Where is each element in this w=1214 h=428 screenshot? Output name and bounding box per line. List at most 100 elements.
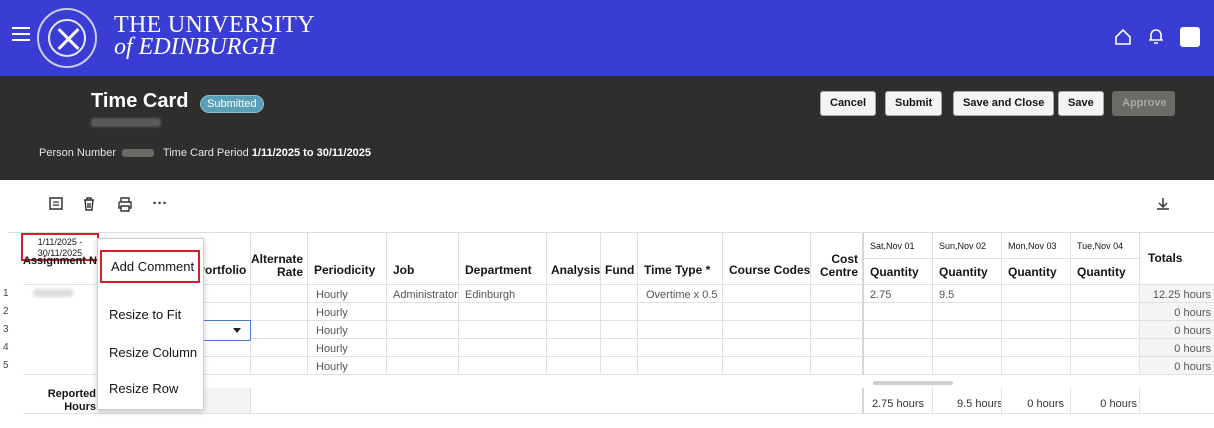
cell-q2[interactable] xyxy=(933,339,1002,357)
cell-q1[interactable]: 2.75 xyxy=(864,285,933,303)
grid-cell[interactable] xyxy=(1071,285,1140,303)
grid-cell[interactable] xyxy=(1002,357,1071,375)
grid-cell[interactable] xyxy=(811,303,864,321)
cell-q2[interactable]: 9.5 xyxy=(933,285,1002,303)
cell-periodicity[interactable]: Hourly xyxy=(308,357,387,375)
col-totals[interactable]: Totals xyxy=(1140,233,1214,285)
cell-department[interactable] xyxy=(459,339,547,357)
cell-job[interactable] xyxy=(387,339,459,357)
cell-q2[interactable] xyxy=(933,321,1002,339)
grid-cell[interactable] xyxy=(547,321,601,339)
grid-cell[interactable] xyxy=(1002,303,1071,321)
col-department[interactable]: Department xyxy=(459,233,547,285)
quantity-header-1[interactable]: Quantity xyxy=(864,259,933,285)
grid-cell[interactable] xyxy=(547,357,601,375)
grid-cell[interactable] xyxy=(811,285,864,303)
home-icon[interactable] xyxy=(1114,28,1132,46)
grid-cell[interactable] xyxy=(251,303,308,321)
quantity-header-4[interactable]: Quantity xyxy=(1071,259,1140,285)
grid-cell[interactable] xyxy=(723,321,811,339)
menu-item-resize-column[interactable]: Resize Column xyxy=(98,345,203,360)
cell-time-type[interactable] xyxy=(638,357,723,375)
portfolio-dropdown[interactable] xyxy=(196,320,251,341)
cell-q1[interactable] xyxy=(864,339,933,357)
save-and-close-button[interactable]: Save and Close xyxy=(953,91,1055,116)
grid-cell[interactable] xyxy=(547,339,601,357)
col-job[interactable]: Job xyxy=(387,233,459,285)
grid-cell[interactable] xyxy=(547,285,601,303)
cell-time-type[interactable] xyxy=(638,303,723,321)
assignment-column-cells[interactable] xyxy=(23,285,98,375)
col-course-codes[interactable]: Course Codes xyxy=(723,233,811,285)
cell-job[interactable] xyxy=(387,321,459,339)
cell-q2[interactable] xyxy=(933,303,1002,321)
more-icon[interactable]: ··· xyxy=(150,196,170,212)
grid-cell[interactable] xyxy=(601,303,638,321)
user-avatar[interactable] xyxy=(1180,27,1200,47)
grid-cell[interactable] xyxy=(251,339,308,357)
cell-q1[interactable] xyxy=(864,321,933,339)
cell-periodicity[interactable]: Hourly xyxy=(308,303,387,321)
grid-cell[interactable] xyxy=(1002,285,1071,303)
col-alternate-rate[interactable]: Alternate Rate xyxy=(251,233,308,285)
cell-department[interactable] xyxy=(459,357,547,375)
cell-department[interactable] xyxy=(459,303,547,321)
grid-cell[interactable] xyxy=(723,285,811,303)
grid-cell[interactable] xyxy=(601,357,638,375)
grid-cell[interactable] xyxy=(811,339,864,357)
grid-cell[interactable] xyxy=(1071,303,1140,321)
col-assignment-number[interactable]: Assignment Number xyxy=(23,255,98,285)
grid-cell[interactable] xyxy=(811,321,864,339)
grid-cell[interactable] xyxy=(601,321,638,339)
bell-icon[interactable] xyxy=(1148,28,1164,46)
cell-job[interactable] xyxy=(387,303,459,321)
cell-time-type[interactable]: Overtime x 0.5 xyxy=(638,285,723,303)
cell-department[interactable]: Edinburgh xyxy=(459,285,547,303)
grid-cell[interactable] xyxy=(601,285,638,303)
grid-cell[interactable] xyxy=(1002,321,1071,339)
cell-q1[interactable] xyxy=(864,303,933,321)
horizontal-scrollbar[interactable] xyxy=(873,381,953,385)
cell-q2[interactable] xyxy=(933,357,1002,375)
grid-cell[interactable] xyxy=(251,321,308,339)
menu-item-add-comment[interactable]: Add Comment xyxy=(100,250,200,283)
grid-cell[interactable] xyxy=(723,357,811,375)
col-periodicity[interactable]: Periodicity xyxy=(308,233,387,285)
grid-cell[interactable] xyxy=(1071,339,1140,357)
quantity-header-3[interactable]: Quantity xyxy=(1002,259,1071,285)
grid-cell[interactable] xyxy=(1071,321,1140,339)
cell-periodicity[interactable]: Hourly xyxy=(308,321,387,339)
quantity-header-2[interactable]: Quantity xyxy=(933,259,1002,285)
cell-time-type[interactable] xyxy=(638,321,723,339)
menu-item-resize-to-fit[interactable]: Resize to Fit xyxy=(98,307,203,322)
col-time-type[interactable]: Time Type * xyxy=(638,233,723,285)
cell-job[interactable] xyxy=(387,357,459,375)
menu-item-resize-row[interactable]: Resize Row xyxy=(98,381,203,396)
cell-q1[interactable] xyxy=(864,357,933,375)
cell-time-type[interactable] xyxy=(638,339,723,357)
grid-cell[interactable] xyxy=(811,357,864,375)
grid-cell[interactable] xyxy=(723,303,811,321)
grid-cell[interactable] xyxy=(1071,357,1140,375)
hamburger-menu-icon[interactable] xyxy=(12,27,30,43)
grid-cell[interactable] xyxy=(723,339,811,357)
grid-cell[interactable] xyxy=(1002,339,1071,357)
col-cost-centre[interactable]: Cost Centre xyxy=(811,233,864,285)
col-analysis[interactable]: Analysis xyxy=(547,233,601,285)
grid-cell[interactable] xyxy=(251,285,308,303)
col-fund[interactable]: Fund xyxy=(601,233,638,285)
cell-job[interactable]: Administrator xyxy=(387,285,459,303)
grid-cell[interactable] xyxy=(547,303,601,321)
save-button[interactable]: Save xyxy=(1058,91,1104,116)
download-icon[interactable] xyxy=(1155,196,1171,212)
print-icon[interactable] xyxy=(117,196,133,212)
cell-periodicity[interactable]: Hourly xyxy=(308,339,387,357)
cell-periodicity[interactable]: Hourly xyxy=(308,285,387,303)
submit-button[interactable]: Submit xyxy=(885,91,943,116)
delete-icon[interactable] xyxy=(81,196,97,212)
cancel-button[interactable]: Cancel xyxy=(820,91,877,116)
cell-department[interactable] xyxy=(459,321,547,339)
grid-cell[interactable] xyxy=(251,357,308,375)
col-portfolio[interactable]: Portfolio xyxy=(197,233,251,285)
comment-icon[interactable] xyxy=(48,196,64,212)
